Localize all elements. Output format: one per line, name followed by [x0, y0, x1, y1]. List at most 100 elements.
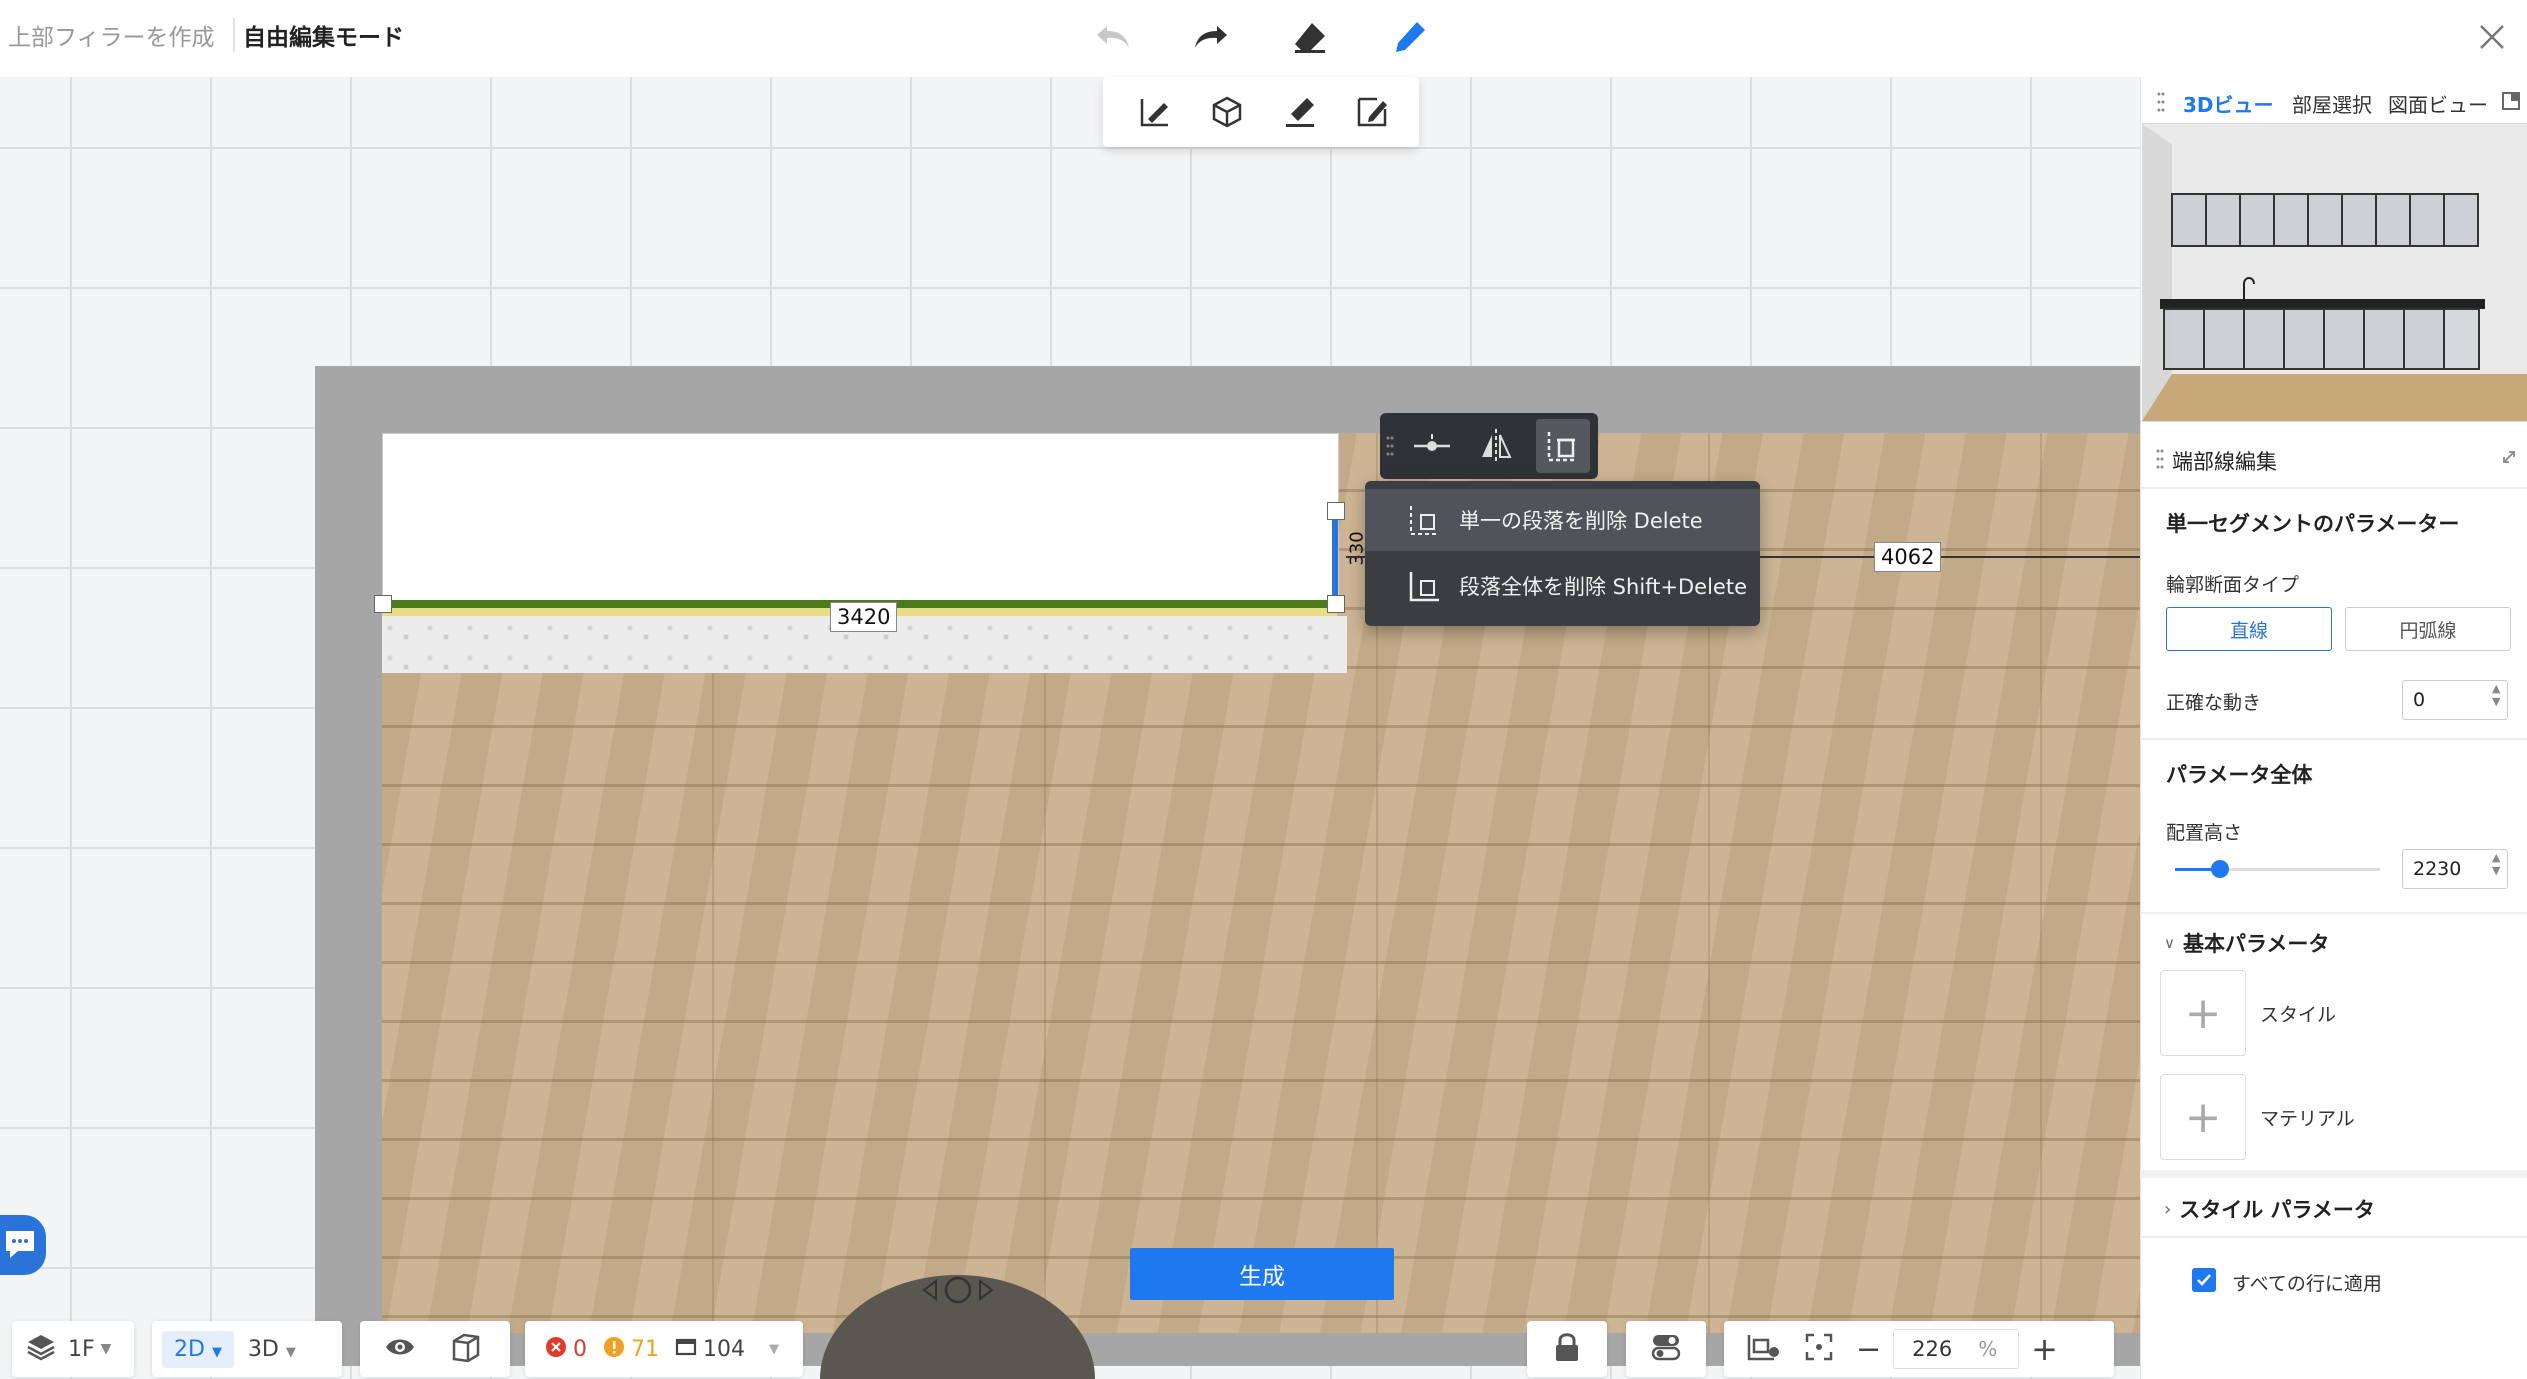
profile-straight-button[interactable]: 直線	[2166, 607, 2332, 651]
delete-segment-icon[interactable]	[1536, 419, 1590, 473]
floor-label: 1F	[68, 1336, 95, 1362]
floor-selector[interactable]: 1F ▼	[12, 1321, 134, 1377]
divider	[2140, 487, 2527, 489]
zoom-in-button[interactable]: +	[2031, 1330, 2058, 1368]
edit-shape-icon[interactable]	[1355, 95, 1389, 133]
drag-handle[interactable]	[2157, 91, 2165, 117]
corner-handle[interactable]	[1327, 595, 1345, 613]
corner-handle[interactable]	[1327, 502, 1345, 520]
display-tools	[360, 1321, 510, 1377]
basic-params-title: 基本パラメータ	[2182, 932, 2330, 956]
zoom-out-button[interactable]: −	[1856, 1332, 1881, 1367]
3d-preview[interactable]	[2142, 123, 2527, 422]
delete-single-icon	[1405, 500, 1445, 540]
fit-view-icon[interactable]	[1804, 1332, 1834, 1366]
popout-icon[interactable]	[2501, 91, 2521, 115]
pencil-icon[interactable]	[1385, 12, 1435, 62]
camera-settings-icon[interactable]	[1746, 1332, 1782, 1366]
split-point-icon[interactable]	[1412, 429, 1452, 467]
lock-icon	[1552, 1331, 1582, 1367]
zoom-unit: %	[1978, 1337, 1998, 1361]
delete-context-menu: 単一の段落を削除 Delete 段落全体を削除 Shift+Delete	[1365, 481, 1760, 626]
precise-move-value: 0	[2413, 689, 2426, 711]
error-icon	[545, 1336, 567, 1362]
edit-title: 端部線編集	[2172, 450, 2277, 474]
apply-all-label: すべての行に適用	[2232, 1273, 2382, 1295]
stepper-icon[interactable]: ▲ ▼	[2492, 851, 2500, 877]
mirror-icon[interactable]	[1478, 427, 1514, 469]
add-style-button[interactable]: +	[2160, 970, 2246, 1056]
tab-3d-view[interactable]: 3Dビュー	[2183, 89, 2274, 118]
slider-thumb[interactable]	[2211, 860, 2229, 878]
view-2d-label: 2D	[174, 1336, 205, 1362]
breadcrumb-current: 自由編集モード	[243, 25, 404, 51]
box-icon[interactable]	[1210, 95, 1244, 133]
menu-item-label: 段落全体を削除 Shift+Delete	[1459, 575, 1748, 599]
breadcrumb-parent[interactable]: 上部フィラーを作成	[8, 18, 215, 52]
expand-icon[interactable]	[2500, 448, 2518, 470]
view-3d-label: 3D	[247, 1336, 279, 1362]
view-mode-toggle: 2D ▼ 3D ▼	[152, 1321, 342, 1377]
check-status[interactable]: 0 71 104 ▼	[525, 1321, 803, 1377]
toggle-settings-button[interactable]	[1626, 1321, 1706, 1377]
view-3d-button[interactable]: 3D ▼	[248, 1337, 296, 1362]
menu-delete-all-segments[interactable]: 段落全体を削除 Shift+Delete	[1365, 555, 1760, 617]
divider	[2140, 1236, 2527, 1238]
top-bar: 上部フィラーを作成 自由編集モード	[0, 0, 2527, 78]
chat-button[interactable]	[0, 1215, 46, 1275]
delete-all-icon	[1405, 566, 1445, 606]
eye-icon[interactable]	[384, 1335, 416, 1363]
add-material-button[interactable]: +	[2160, 1074, 2246, 1160]
menu-item-label: 単一の段落を削除 Delete	[1459, 509, 1703, 533]
segment-params-title: 単一セグメントのパラメーター	[2166, 512, 2460, 536]
profile-arc-button[interactable]: 円弧線	[2345, 607, 2511, 651]
draw-line-icon[interactable]	[1138, 95, 1178, 133]
view-2d-button[interactable]: 2D ▼	[162, 1330, 234, 1368]
drag-handle[interactable]	[2156, 448, 2164, 474]
chevron-down-icon: ▼	[100, 1341, 112, 1357]
lock-button[interactable]	[1527, 1321, 1607, 1377]
material-label: マテリアル	[2260, 1108, 2355, 1130]
warning-icon	[603, 1336, 625, 1362]
style-params-header[interactable]: › スタイル パラメータ	[2164, 1194, 2375, 1224]
undo-icon[interactable]	[1088, 12, 1138, 62]
apply-all-checkbox[interactable]	[2192, 1268, 2216, 1292]
tab-plan-view[interactable]: 図面ビュー	[2388, 89, 2488, 118]
zoom-value: 226	[1912, 1337, 1953, 1361]
close-icon[interactable]	[2467, 12, 2517, 62]
redo-icon[interactable]	[1186, 12, 1236, 62]
global-params-title: パラメータ全体	[2166, 763, 2313, 787]
checkmark-icon	[2197, 1274, 2211, 1286]
cube-view-icon[interactable]	[450, 1331, 482, 1367]
section-separator	[2140, 1170, 2527, 1178]
install-height-value: 2230	[2413, 858, 2462, 880]
brush-icon[interactable]	[1283, 95, 1317, 133]
selected-edge-segment[interactable]	[1332, 512, 1338, 604]
corner-handle[interactable]	[374, 595, 392, 613]
tab-room-select[interactable]: 部屋選択	[2292, 89, 2372, 118]
edge-toolbar	[1380, 413, 1598, 479]
dimension-length: 3420	[830, 602, 898, 632]
drag-handle[interactable]	[1386, 435, 1394, 457]
error-count: 0	[573, 1336, 587, 1362]
profile-type-label: 輪郭断面タイプ	[2166, 574, 2300, 596]
install-height-slider[interactable]	[2175, 860, 2380, 878]
item-count: 104	[703, 1336, 745, 1362]
zoom-input[interactable]: 226 %	[1893, 1329, 2020, 1369]
eraser-icon[interactable]	[1285, 12, 1335, 62]
draw-toolbar	[1103, 77, 1419, 147]
basic-params-header[interactable]: ∨ 基本パラメータ	[2164, 928, 2329, 958]
generate-button[interactable]: 生成	[1130, 1248, 1394, 1300]
chevron-down-icon: ▼	[211, 1344, 222, 1360]
dimension-wall: 4062	[1874, 542, 1942, 572]
style-label: スタイル	[2260, 1004, 2337, 1026]
divider	[2140, 912, 2527, 914]
breadcrumb-separator	[233, 18, 235, 52]
camera-position-icon[interactable]	[922, 1275, 994, 1309]
chevron-down-icon: ▼	[769, 1341, 779, 1357]
filler-panel[interactable]	[382, 433, 1339, 605]
toggle-icon	[1651, 1332, 1681, 1366]
chevron-down-icon: ∨	[2164, 934, 2175, 952]
menu-delete-single-segment[interactable]: 単一の段落を削除 Delete	[1365, 489, 1760, 551]
stepper-icon[interactable]: ▲ ▼	[2492, 682, 2500, 708]
